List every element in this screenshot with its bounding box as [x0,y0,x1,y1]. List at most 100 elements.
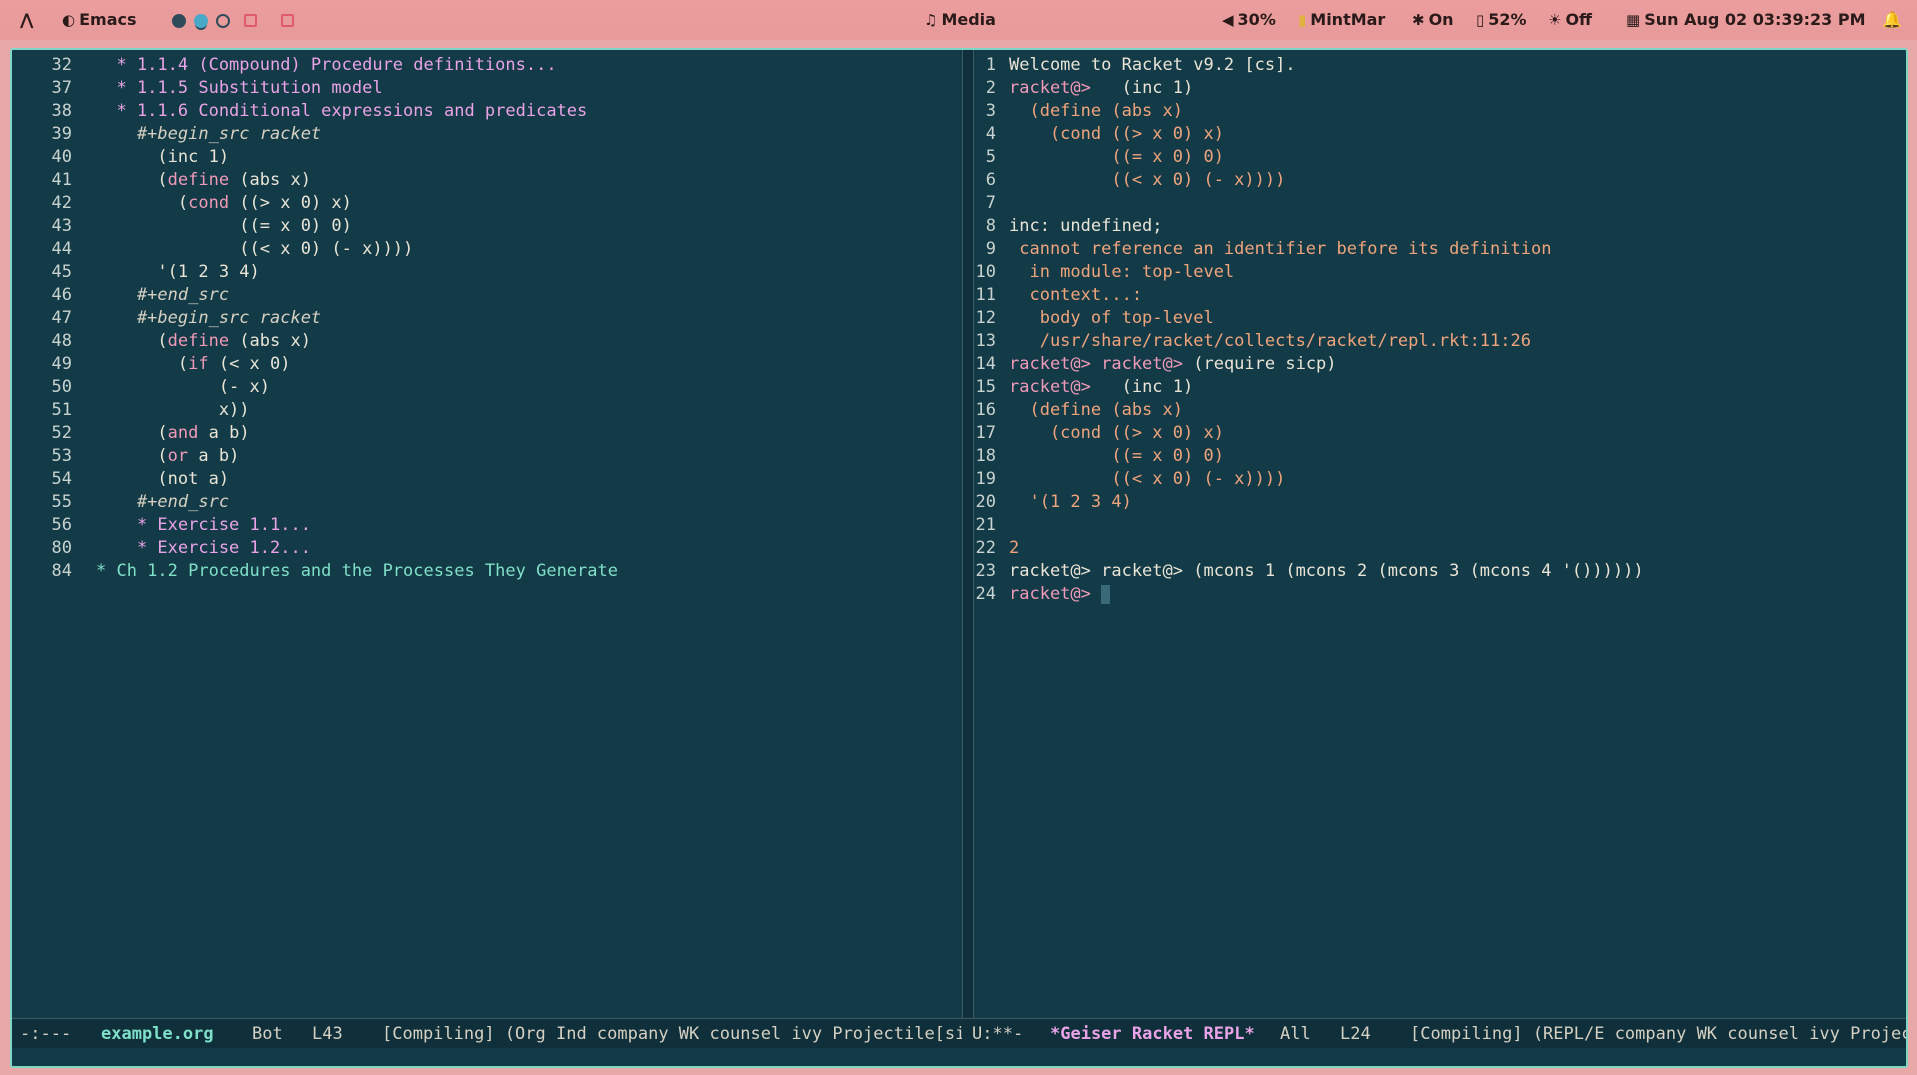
org-line[interactable]: 32 * 1.1.4 (Compound) Procedure definiti… [20,54,557,77]
line-number: 53 [51,446,72,466]
repl-line[interactable]: 10 in module: top-level [974,261,1235,284]
line-number: 44 [51,239,72,259]
right-buffer-name[interactable]: *Geiser Racket REPL* [1050,1019,1255,1049]
left-minor-modes[interactable]: [Compiling] (Org Ind company WK counsel … [382,1019,962,1049]
line-number: 11 [975,285,996,305]
code-text: define [167,170,230,190]
workspace-5-icon[interactable] [281,14,294,27]
repl-line[interactable]: 22 2 [974,537,1020,560]
org-line[interactable]: 80 * Exercise 1.2... [20,537,311,560]
repl-line[interactable]: 12 body of top-level [974,307,1214,330]
repl-buffer-window[interactable]: 1 Welcome to Racket v9.2 [cs]. 2 racket@> (… [974,50,1906,1018]
repl-line[interactable]: 24 racket@> [974,583,1111,606]
workspace-1-icon[interactable] [172,13,186,28]
org-line[interactable]: 84 * Ch 1.2 Procedures and the Processes … [20,560,618,583]
org-line[interactable]: 48 (define (abs x) [20,330,311,353]
line-number: 39 [51,124,72,144]
code-text: racket@> [1009,377,1091,397]
repl-line[interactable]: 11 context...: [974,284,1143,307]
bluetooth-widget[interactable]: ✱ On [1412,0,1454,40]
repl-line[interactable]: 5 ((= x 0) 0) [974,146,1224,169]
line-number: 50 [51,377,72,397]
code-text: * Exercise 1.2... [96,538,311,558]
repl-line[interactable]: 16 (define (abs x) [974,399,1183,422]
org-line[interactable]: 53 (or a b) [20,445,240,468]
repl-line[interactable]: 20 '(1 2 3 4) [974,491,1132,514]
code-text: #+begin_src racket [96,124,322,144]
volume-widget[interactable]: ◀ 30% [1222,0,1276,40]
line-number: 41 [51,170,72,190]
repl-line[interactable]: 18 ((= x 0) 0) [974,445,1224,468]
volume-value: 30% [1237,10,1276,29]
repl-line[interactable]: 21 [974,514,1009,537]
repl-line[interactable]: 2 racket@> (inc 1) [974,77,1194,100]
user-widget[interactable]: ▮ MintMar [1298,0,1385,40]
repl-line[interactable]: 15 racket@> (inc 1) [974,376,1194,399]
code-text: (define (abs x) [1009,101,1183,121]
code-text: ( [96,193,189,213]
window-divider[interactable] [962,50,974,1018]
code-text: racket@> [1009,584,1091,604]
code-text: ((> x 0) x) [229,193,352,213]
org-line[interactable]: 43 ((= x 0) 0) [20,215,352,238]
code-text: (inc 1) [1090,377,1194,397]
code-text: * Ch 1.2 Procedures and the Processes Th… [96,561,618,581]
org-line[interactable]: 37 * 1.1.5 Substitution model [20,77,383,100]
launcher-icon[interactable]: ⋀ [20,0,33,40]
repl-line[interactable]: 9 cannot reference an identifier before … [974,238,1552,261]
repl-line[interactable]: 23 racket@> racket@> (mcons 1 (mcons 2 (m… [974,560,1644,583]
left-buffer-name[interactable]: example.org [101,1019,214,1049]
code-text: (abs x) [229,170,311,190]
media-widget[interactable]: ♫ Media [924,0,996,40]
org-line[interactable]: 39 #+begin_src racket [20,123,322,146]
repl-line[interactable]: 3 (define (abs x) [974,100,1183,123]
repl-line[interactable]: 4 (cond ((> x 0) x) [974,123,1224,146]
code-text: ((= x 0) 0) [96,216,352,236]
org-line[interactable]: 38 * 1.1.6 Conditional expressions and p… [20,100,588,123]
org-line[interactable]: 52 (and a b) [20,422,250,445]
active-app[interactable]: ◐ Emacs [62,0,137,40]
code-text: a b) [198,423,250,443]
notification-bell-icon[interactable]: 🔔 [1882,0,1902,40]
workspace-switcher [172,0,302,40]
code-text: (require sicp) [1183,354,1337,374]
org-line[interactable]: 55 #+end_src [20,491,230,514]
org-line[interactable]: 49 (if (< x 0) [20,353,291,376]
repl-line[interactable]: 6 ((< x 0) (- x)))) [974,169,1286,192]
repl-line[interactable]: 17 (cond ((> x 0) x) [974,422,1224,445]
code-text: (< x 0) [208,354,291,374]
repl-line[interactable]: 13 /usr/share/racket/collects/racket/rep… [974,330,1531,353]
line-number: 32 [51,55,72,75]
org-line[interactable]: 50 (- x) [20,376,270,399]
workspace-2-icon[interactable] [194,13,208,28]
org-line[interactable]: 45 '(1 2 3 4) [20,261,260,284]
repl-line[interactable]: 19 ((< x 0) (- x)))) [974,468,1286,491]
org-line[interactable]: 42 (cond ((> x 0) x) [20,192,352,215]
org-line[interactable]: 54 (not a) [20,468,230,491]
repl-line[interactable]: 14 racket@> racket@> (require sicp) [974,353,1337,376]
line-number: 52 [51,423,72,443]
repl-line[interactable]: 1 Welcome to Racket v9.2 [cs]. [974,54,1296,77]
workspace-4-icon[interactable] [244,14,257,27]
org-line[interactable]: 41 (define (abs x) [20,169,311,192]
repl-line[interactable]: 7 [974,192,1009,215]
org-line[interactable]: 51 x)) [20,399,250,422]
org-line[interactable]: 46 #+end_src [20,284,230,307]
org-buffer-window[interactable]: 32 * 1.1.4 (Compound) Procedure definiti… [20,50,962,1018]
workspace-3-icon[interactable] [216,13,230,28]
repl-line[interactable]: 8 inc: undefined; [974,215,1163,238]
battery-widget[interactable]: ▯ 52% [1476,0,1527,40]
code-text: #+end_src [96,285,230,305]
echo-area[interactable] [12,1048,1906,1066]
org-line[interactable]: 40 (inc 1) [20,146,230,169]
clock-widget[interactable]: ▦ Sun Aug 02 03:39:23 PM [1626,0,1866,40]
org-line[interactable]: 44 ((< x 0) (- x)))) [20,238,414,261]
line-number: 56 [51,515,72,535]
right-minor-modes[interactable]: [Compiling] (REPL/E company WK counsel i… [1410,1019,1906,1049]
user-name: MintMar [1310,10,1386,29]
text-cursor [1101,584,1111,604]
brightness-widget[interactable]: ☀ Off [1548,0,1592,40]
org-line[interactable]: 47 #+begin_src racket [20,307,322,330]
org-line[interactable]: 56 * Exercise 1.1... [20,514,311,537]
